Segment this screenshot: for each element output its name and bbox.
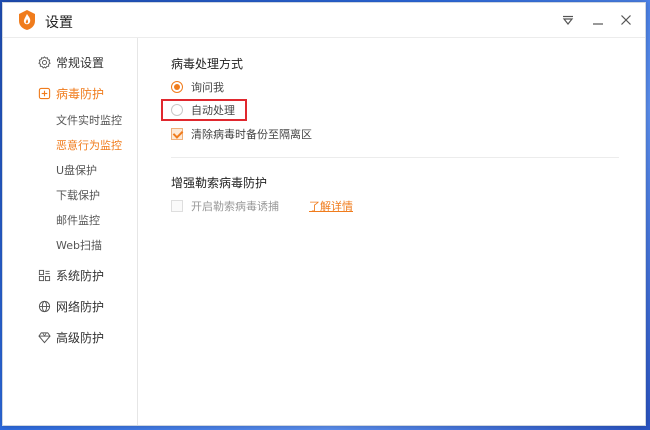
checkbox-checked[interactable] [171,128,183,140]
radio-ask-me[interactable]: 询问我 [171,79,224,95]
sidebar-subitem-usb-protection[interactable]: U盘保护 [56,162,97,180]
radio-button[interactable] [171,104,183,116]
sidebar-subitem-behavior-monitor[interactable]: 恶意行为监控 [56,137,122,155]
virus-handling-title: 病毒处理方式 [171,57,244,71]
ransomware-title: 增强勒索病毒防护 [171,176,268,190]
gear-icon [37,55,51,69]
settings-window: 设置 常规设置 病毒防护 文件实时监控 恶意行为监控 U盘保护 下载保护 邮件监… [2,2,646,426]
sidebar-item-label: 病毒防护 [56,86,105,101]
sidebar-item-label: 常规设置 [56,55,105,70]
plus-square-icon [37,86,51,100]
sidebar: 常规设置 病毒防护 文件实时监控 恶意行为监控 U盘保护 下载保护 邮件监控 W… [3,38,138,425]
sidebar-item-network-protection[interactable]: 网络防护 [3,294,137,318]
sidebar-item-label: 网络防护 [56,299,105,314]
globe-icon [37,299,51,313]
grid-icon [37,268,51,282]
checkbox[interactable] [171,200,183,212]
radio-label: 询问我 [191,81,224,94]
sidebar-subitem-mail-monitor[interactable]: 邮件监控 [56,212,100,230]
learn-more-link[interactable]: 了解详情 [309,198,353,214]
sidebar-subitem-download-protection[interactable]: 下载保护 [56,187,100,205]
sidebar-item-label: 系统防护 [56,268,105,283]
diamond-icon [37,330,51,344]
minimize-icon [593,23,603,25]
dropdown-triangle-icon [562,15,574,25]
close-button[interactable] [613,8,639,32]
sidebar-subitem-file-monitor[interactable]: 文件实时监控 [56,112,122,130]
sidebar-subitem-web-scan[interactable]: Web扫描 [56,237,102,255]
window-title: 设置 [45,15,73,31]
checkbox-label: 开启勒索病毒诱捕 [191,200,279,213]
checkbox-label: 清除病毒时备份至隔离区 [191,128,312,141]
checkbox-backup-quarantine[interactable]: 清除病毒时备份至隔离区 [171,126,312,142]
radio-label: 自动处理 [191,104,235,117]
app-logo-icon [19,10,35,30]
main-content: 病毒处理方式 询问我 自动处理 清除病毒时备份至隔离区 增强勒索病毒防护 开启勒… [139,38,645,425]
section-divider [171,157,619,158]
sidebar-item-system-protection[interactable]: 系统防护 [3,263,137,287]
radio-button-checked[interactable] [171,81,183,93]
close-icon [621,15,631,25]
sidebar-item-label: 高级防护 [56,330,105,345]
radio-auto-handle[interactable]: 自动处理 [171,102,235,118]
minimize-button[interactable] [585,8,611,32]
menu-dropdown-button[interactable] [555,8,581,32]
sidebar-item-virus-protection[interactable]: 病毒防护 [3,81,137,105]
title-bar: 设置 [3,3,645,37]
sidebar-item-general[interactable]: 常规设置 [3,50,137,74]
sidebar-item-advanced-protection[interactable]: 高级防护 [3,325,137,349]
checkbox-ransomware-trap[interactable]: 开启勒索病毒诱捕 了解详情 [171,198,353,214]
